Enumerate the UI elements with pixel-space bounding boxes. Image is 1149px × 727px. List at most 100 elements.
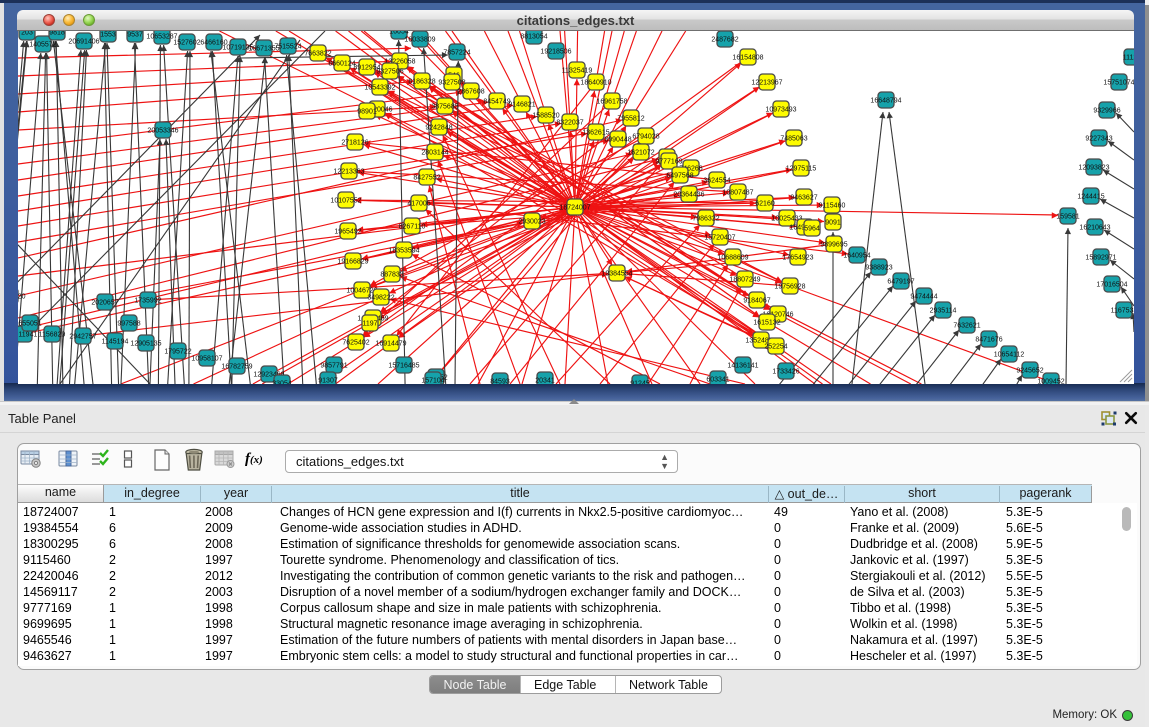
svg-text:11123: 11123 xyxy=(1123,55,1134,62)
svg-text:9537: 9537 xyxy=(127,32,143,39)
svg-text:26269520: 26269520 xyxy=(18,294,26,301)
svg-text:1362615: 1362615 xyxy=(582,130,609,137)
svg-text:12975115: 12975115 xyxy=(786,166,817,173)
svg-text:2935114: 2935114 xyxy=(930,308,957,315)
svg-text:20364436: 20364436 xyxy=(673,192,704,199)
svg-text:9818: 9818 xyxy=(49,31,65,37)
svg-text:7857224: 7857224 xyxy=(443,50,470,57)
svg-text:84593: 84593 xyxy=(490,379,510,385)
svg-text:10807487: 10807487 xyxy=(722,190,753,197)
svg-text:91245: 91245 xyxy=(630,381,650,385)
svg-text:19756928: 19756928 xyxy=(774,284,805,291)
svg-text:1615132: 1615132 xyxy=(753,320,780,327)
svg-text:10958107: 10958107 xyxy=(191,356,222,363)
svg-text:62160: 62160 xyxy=(755,201,775,208)
svg-text:10688609: 10688609 xyxy=(717,255,748,262)
svg-text:1009452: 1009452 xyxy=(1037,379,1064,385)
svg-text:19384554: 19384554 xyxy=(601,271,632,278)
svg-text:8660124: 8660124 xyxy=(328,61,355,68)
svg-text:14136141: 14136141 xyxy=(727,363,758,370)
svg-text:16914479: 16914479 xyxy=(375,341,406,348)
svg-text:3875685: 3875685 xyxy=(431,104,458,111)
svg-text:16782759: 16782759 xyxy=(221,364,252,371)
svg-text:91307: 91307 xyxy=(318,378,338,385)
svg-text:7955812: 7955812 xyxy=(617,116,644,123)
svg-text:9329966: 9329966 xyxy=(1093,108,1120,115)
svg-text:98901: 98901 xyxy=(357,109,377,116)
svg-text:8454749: 8454749 xyxy=(483,99,510,106)
svg-text:12213363: 12213363 xyxy=(333,169,364,176)
svg-text:3498222: 3498222 xyxy=(367,295,394,302)
svg-text:9777169: 9777169 xyxy=(655,159,682,166)
svg-text:10973493: 10973493 xyxy=(765,107,796,114)
svg-text:1588520: 1588520 xyxy=(532,113,559,120)
svg-text:20691406: 20691406 xyxy=(68,39,99,46)
svg-text:16648794: 16648794 xyxy=(870,98,901,105)
svg-text:8471676: 8471676 xyxy=(975,337,1002,344)
svg-text:203: 203 xyxy=(21,31,33,37)
svg-text:8186328: 8186328 xyxy=(408,79,435,86)
svg-text:8990448: 8990448 xyxy=(604,137,631,144)
svg-text:2020657: 2020657 xyxy=(91,300,118,307)
svg-text:417006: 417006 xyxy=(407,201,430,208)
svg-text:10107552: 10107552 xyxy=(330,198,361,205)
svg-text:9245652: 9245652 xyxy=(1016,368,1043,375)
svg-text:1156829: 1156829 xyxy=(39,332,66,339)
svg-text:17016504: 17016504 xyxy=(1096,282,1127,289)
svg-text:1145194: 1145194 xyxy=(102,339,129,346)
svg-text:2718126: 2718126 xyxy=(341,140,368,147)
svg-text:9327506: 9327506 xyxy=(376,69,403,76)
svg-text:1640954: 1640954 xyxy=(843,253,870,260)
svg-text:18353594: 18353594 xyxy=(388,248,419,255)
svg-text:10654112: 10654112 xyxy=(994,352,1025,359)
svg-text:12905135: 12905135 xyxy=(130,341,161,348)
svg-text:1197: 1197 xyxy=(362,321,377,328)
svg-text:655051: 655051 xyxy=(18,321,41,328)
svg-text:2930023: 2930023 xyxy=(518,219,545,226)
svg-text:1735992: 1735992 xyxy=(134,298,161,305)
svg-text:6794028: 6794028 xyxy=(632,134,659,141)
svg-text:7986322: 7986322 xyxy=(692,216,719,223)
svg-text:18807249: 18807249 xyxy=(729,277,760,284)
svg-text:1244415: 1244415 xyxy=(1077,194,1104,201)
svg-text:157104: 157104 xyxy=(421,378,444,385)
svg-text:16054: 16054 xyxy=(389,31,409,36)
svg-text:3911941: 3911941 xyxy=(18,332,37,339)
svg-text:12213967: 12213967 xyxy=(751,80,782,87)
svg-text:1527602: 1527602 xyxy=(173,40,200,47)
svg-text:9327508: 9327508 xyxy=(438,80,465,87)
svg-text:9474444: 9474444 xyxy=(910,294,937,301)
svg-text:15716485: 15716485 xyxy=(388,363,419,370)
svg-text:1405572: 1405572 xyxy=(29,42,56,49)
svg-text:2867608: 2867608 xyxy=(457,89,484,96)
svg-text:16033809: 16033809 xyxy=(404,37,435,44)
svg-text:1795722: 1795722 xyxy=(164,349,191,356)
svg-text:7632621: 7632621 xyxy=(953,323,980,330)
svg-text:9091: 9091 xyxy=(825,220,841,227)
svg-text:5964: 5964 xyxy=(804,226,820,233)
svg-text:7515524: 7515524 xyxy=(274,44,301,51)
svg-text:159581: 159581 xyxy=(1056,214,1079,221)
svg-text:18640910: 18640910 xyxy=(580,80,611,87)
svg-text:16154808: 16154808 xyxy=(732,55,763,62)
svg-text:2942757: 2942757 xyxy=(69,334,96,341)
svg-text:8813054: 8813054 xyxy=(520,34,547,41)
svg-text:252254: 252254 xyxy=(764,344,787,351)
svg-text:9115460: 9115460 xyxy=(819,203,846,210)
svg-text:11325419: 11325419 xyxy=(562,68,593,75)
svg-text:10543392: 10543392 xyxy=(364,85,395,92)
svg-text:9184067: 9184067 xyxy=(743,298,770,305)
svg-text:9857791: 9857791 xyxy=(320,363,347,370)
svg-text:8267110: 8267110 xyxy=(399,224,426,231)
svg-text:20341: 20341 xyxy=(535,378,555,385)
svg-text:18724007: 18724007 xyxy=(559,205,590,212)
svg-text:6479197: 6479197 xyxy=(887,279,914,286)
svg-text:887833: 887833 xyxy=(380,272,403,279)
svg-text:9899695: 9899695 xyxy=(820,242,847,249)
svg-text:1167533: 1167533 xyxy=(1111,308,1134,315)
svg-text:7625402: 7625402 xyxy=(342,340,369,347)
svg-text:9146821: 9146821 xyxy=(508,102,535,109)
svg-text:997588: 997588 xyxy=(117,321,140,328)
svg-text:1621072: 1621072 xyxy=(627,150,654,157)
svg-text:9227343: 9227343 xyxy=(1085,136,1112,143)
